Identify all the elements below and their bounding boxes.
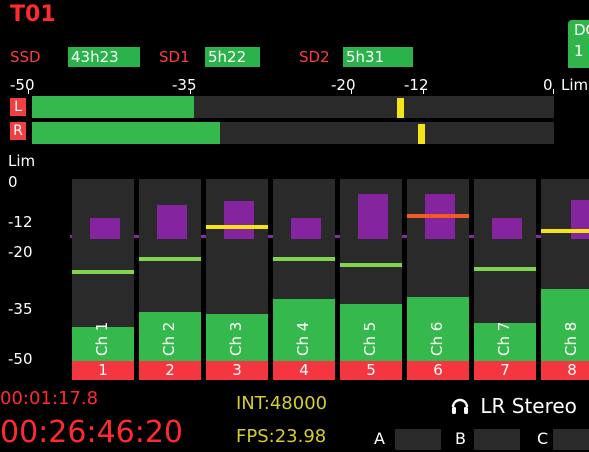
slot-a-label: A [374,429,385,448]
channel-2-hold-line [139,257,201,261]
channel-5-meter: Ch 5 [340,179,402,366]
recorder-screen: T01 SSD 43h23 SD1 5h22 SD2 5h31 DC 1 -50… [0,0,589,452]
sd1-remaining-time: 5h22 [205,47,260,67]
slot-c-label: C [537,429,549,448]
channel-2-meter: Ch 2 [139,179,201,366]
right-stereo-meter-track [32,122,554,144]
right-status-tag: DC 1 [568,20,589,68]
channel-8-name: Ch 8 [562,321,580,356]
channel-7-hold-line [474,267,536,271]
channel-3-hold-line [206,225,268,229]
top-scale-tick-minus-12 [423,89,424,94]
channel-1-limiter-bar [90,218,120,239]
channel-3-number: 3 [206,361,268,380]
channel-6-name: Ch 6 [428,321,446,356]
channel-7-number: 7 [474,361,536,380]
top-scale-tick-zero [553,89,554,94]
top-scale-label-minus-12: -12 [404,76,429,94]
ssd-remaining-time: 43h23 [68,47,140,67]
left-channel-label: L [10,98,26,116]
channel-scale-label-minus-20: -20 [8,243,33,261]
sd2-remaining-time: 5h31 [343,47,413,67]
left-stereo-meter-fill [32,96,194,118]
top-scale-label-lim: Lim [561,76,589,94]
take-name: T01 [10,2,56,27]
channel-7-meter: Ch 7 [474,179,536,366]
channel-3-name: Ch 3 [227,321,245,356]
channel-8-limiter-bar [571,200,589,239]
sd2-label: SD2 [299,48,330,66]
channel-4-name: Ch 4 [294,321,312,356]
left-stereo-peak-marker [397,98,404,118]
channel-8-number: 8 [541,361,589,380]
frame-rate-display: FPS:23.98 [236,426,327,447]
ssd-label: SSD [10,48,41,66]
channel-6-hold-line [407,214,469,218]
channel-2-limiter-bar [157,205,187,239]
top-scale-tick-minus-35 [190,89,191,94]
channel-5-number: 5 [340,361,402,380]
channel-5-hold-line [340,263,402,267]
channel-scale-label-zero: 0 [8,173,18,191]
left-stereo-meter-track [32,96,554,118]
sd1-label: SD1 [159,48,190,66]
channel-3-meter: Ch 3 [206,179,268,366]
channel-8-hold-line [541,229,589,233]
channel-scale-label-minus-12: -12 [8,213,33,231]
right-stereo-meter-fill [32,122,220,144]
channel-scale-header-lim: Lim [8,152,36,170]
top-scale-tick-minus-50 [28,89,29,94]
slot-c-status [553,429,589,450]
channel-5-limiter-bar [358,194,388,239]
channel-7-limiter-bar [492,218,522,239]
right-channel-label: R [10,122,26,140]
channel-3-limiter-bar [224,201,254,239]
channel-scale-label-minus-50: -50 [8,350,33,368]
channel-2-name: Ch 2 [160,321,178,356]
slot-b-status [474,429,520,450]
top-scale-label-minus-35: -35 [172,76,197,94]
channel-8-meter: Ch 8 [541,179,589,366]
sample-rate-display: INT:48000 [236,393,328,414]
channel-6-meter: Ch 6 [407,179,469,366]
top-scale-label-zero: 0 [543,76,553,94]
headphone-mode-label: LR Stereo [480,394,577,418]
channel-5-name: Ch 5 [361,321,379,356]
channel-4-number: 4 [273,361,335,380]
channel-4-meter: Ch 4 [273,179,335,366]
channel-1-number: 1 [72,361,134,380]
channel-4-limiter-bar [291,218,321,239]
channel-7-name: Ch 7 [495,321,513,356]
channel-4-hold-line [273,257,335,261]
timecode-display: 00:26:46:20 [0,415,184,450]
channel-1-name: Ch 1 [93,321,111,356]
headphone-monitor-status[interactable]: LR Stereo [450,395,577,417]
channel-2-number: 2 [139,361,201,380]
slot-a-status [395,429,441,450]
channel-scale-label-minus-35: -35 [8,300,33,318]
top-scale-tick-minus-20 [351,89,352,94]
channel-6-number: 6 [407,361,469,380]
channel-1-hold-line [72,270,134,274]
slot-b-label: B [455,429,466,448]
right-stereo-peak-marker [418,124,425,144]
headphone-icon [450,395,470,417]
elapsed-time-display: 00:01:17.8 [0,388,99,409]
top-scale-label-minus-50: -50 [10,76,35,94]
channel-1-meter: Ch 1 [72,179,134,366]
